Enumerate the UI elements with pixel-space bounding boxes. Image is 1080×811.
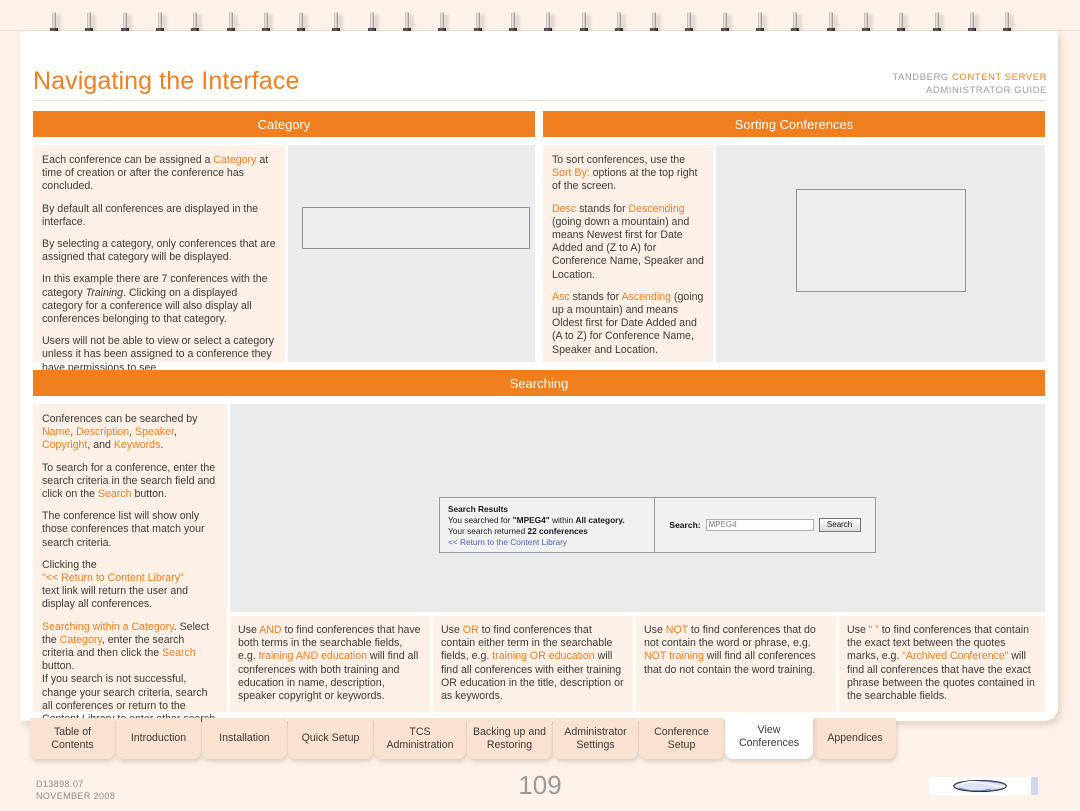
document-page: Navigating the Interface TANDBERG CONTEN… (0, 0, 1080, 811)
category-text-panel: Each conference can be assigned a Catego… (33, 145, 285, 374)
page-number: 109 (518, 770, 562, 800)
or-operator-panel: Use OR to find conferences that contain … (433, 616, 633, 712)
search-results-query-line: You searched for "MPEG4" within All cate… (448, 515, 654, 526)
search-query: "MPEG4" (512, 515, 550, 525)
search-results-count-line: Your search returned 22 conferences (448, 526, 654, 537)
chapter-tab[interactable]: Appendices (814, 718, 896, 759)
category-screenshot-placeholder (288, 145, 535, 362)
returned-count: 22 conferences (527, 526, 588, 536)
chapter-tab-label: Installation (219, 732, 270, 745)
category-paragraph-3: By selecting a category, only conference… (42, 238, 276, 264)
chapter-tab-label: Table of Contents (51, 726, 94, 751)
searching-screenshot-placeholder: Search Results You searched for "MPEG4" … (230, 404, 1045, 612)
search-category-scope: All category. (575, 515, 625, 525)
brand-product: CONTENT SERVER (952, 72, 1047, 83)
searching-paragraph-3: The conference list will show only those… (42, 510, 205, 549)
chapter-tab[interactable]: View Conferences (725, 714, 813, 759)
category-paragraph-5: Users will not be able to view or select… (42, 335, 274, 374)
category-paragraph-2: By default all conferences are displayed… (42, 202, 259, 228)
searching-text-panel: Conferences can be searched by Name, Des… (33, 404, 227, 738)
tandberg-logo-mark (953, 780, 1007, 792)
title-divider (33, 100, 1045, 101)
sorting-paragraph-1: To sort conferences, use the Sort By: op… (552, 154, 698, 193)
brand-company: TANDBERG (892, 72, 953, 83)
logo-tail (1031, 777, 1038, 795)
sorting-paragraph-2: Desc stands for Descending (going down a… (552, 202, 704, 281)
section-bar-searching-label: Searching (509, 375, 569, 391)
search-results-mock: Search Results You searched for "MPEG4" … (439, 497, 876, 553)
search-button[interactable]: Search (818, 518, 861, 532)
chapter-tab-label: Conference Setup (654, 726, 709, 751)
sorting-screenshot-placeholder (716, 145, 1045, 362)
chapter-tab[interactable]: Administrator Settings (553, 718, 638, 759)
category-paragraph-1: Each conference can be assigned a Catego… (42, 154, 269, 193)
page-sheet: Navigating the Interface TANDBERG CONTEN… (20, 31, 1058, 738)
tandberg-logo (929, 777, 1038, 795)
search-results-summary: Search Results You searched for "MPEG4" … (440, 498, 655, 552)
section-bar-sorting: Sorting Conferences (543, 111, 1045, 137)
chapter-tab-label: Quick Setup (301, 732, 360, 745)
section-bar-category-label: Category (257, 116, 311, 132)
sorting-options-outline (796, 189, 966, 292)
section-bar-category: Category (33, 111, 535, 137)
chapter-tab[interactable]: Conference Setup (639, 718, 724, 759)
brand-header: TANDBERG CONTENT SERVER ADMINISTRATOR GU… (892, 71, 1047, 97)
sorting-text-panel: To sort conferences, use the Sort By: op… (543, 145, 713, 362)
chapter-tab[interactable]: Backing up and Restoring (467, 718, 552, 759)
searching-paragraph-2: To search for a conference, enter the se… (42, 461, 216, 501)
sorting-paragraph-3: Asc stands for Ascending (going up a mou… (552, 290, 704, 356)
search-field-label: Search: (669, 520, 701, 530)
chapter-tab-label: TCS Administration (386, 726, 454, 751)
quotes-operator-panel: Use “ ” to find conferences that contain… (839, 616, 1045, 712)
page-title: Navigating the Interface (33, 67, 300, 95)
brand-subtitle: ADMINISTRATOR GUIDE (926, 85, 1047, 96)
chapter-tab[interactable]: TCS Administration (374, 718, 466, 759)
category-paragraph-4: In this example there are 7 conferences … (42, 273, 268, 326)
search-results-heading: Search Results (448, 504, 508, 514)
chapter-tab-label: View Conferences (738, 724, 800, 749)
search-input[interactable] (705, 519, 814, 531)
chapter-tab-label: Backing up and Restoring (472, 726, 547, 751)
searching-paragraph-4: Clicking the "<< Return to Content Librar… (42, 558, 189, 611)
chapter-tab[interactable]: Table of Contents (30, 718, 115, 759)
chapter-tab[interactable]: Quick Setup (288, 718, 373, 759)
section-bar-sorting-label: Sorting Conferences (734, 116, 854, 132)
chapter-tab-label: Administrator Settings (564, 726, 627, 751)
and-operator-panel: Use AND to find conferences that have bo… (230, 616, 430, 712)
return-to-content-library-link[interactable]: << Return to the Content Library (448, 537, 654, 548)
searched-for-mid: within (549, 515, 576, 525)
chapter-tab-label: Appendices (827, 732, 883, 745)
returned-prefix: Your search returned (448, 526, 528, 536)
category-dropdown-outline (302, 207, 530, 249)
section-bar-searching: Searching (33, 370, 1045, 396)
not-operator-panel: Use NOT to find conferences that do not … (636, 616, 836, 712)
chapter-tab-label: Introduction (130, 732, 187, 745)
chapter-tab[interactable]: Introduction (116, 718, 201, 759)
chapter-tab[interactable]: Installation (202, 718, 287, 759)
searching-paragraph-1: Conferences can be searched by Name, Des… (42, 413, 198, 452)
searched-for-prefix: You searched for (448, 515, 513, 525)
search-control-group: Search: Search (655, 498, 875, 552)
